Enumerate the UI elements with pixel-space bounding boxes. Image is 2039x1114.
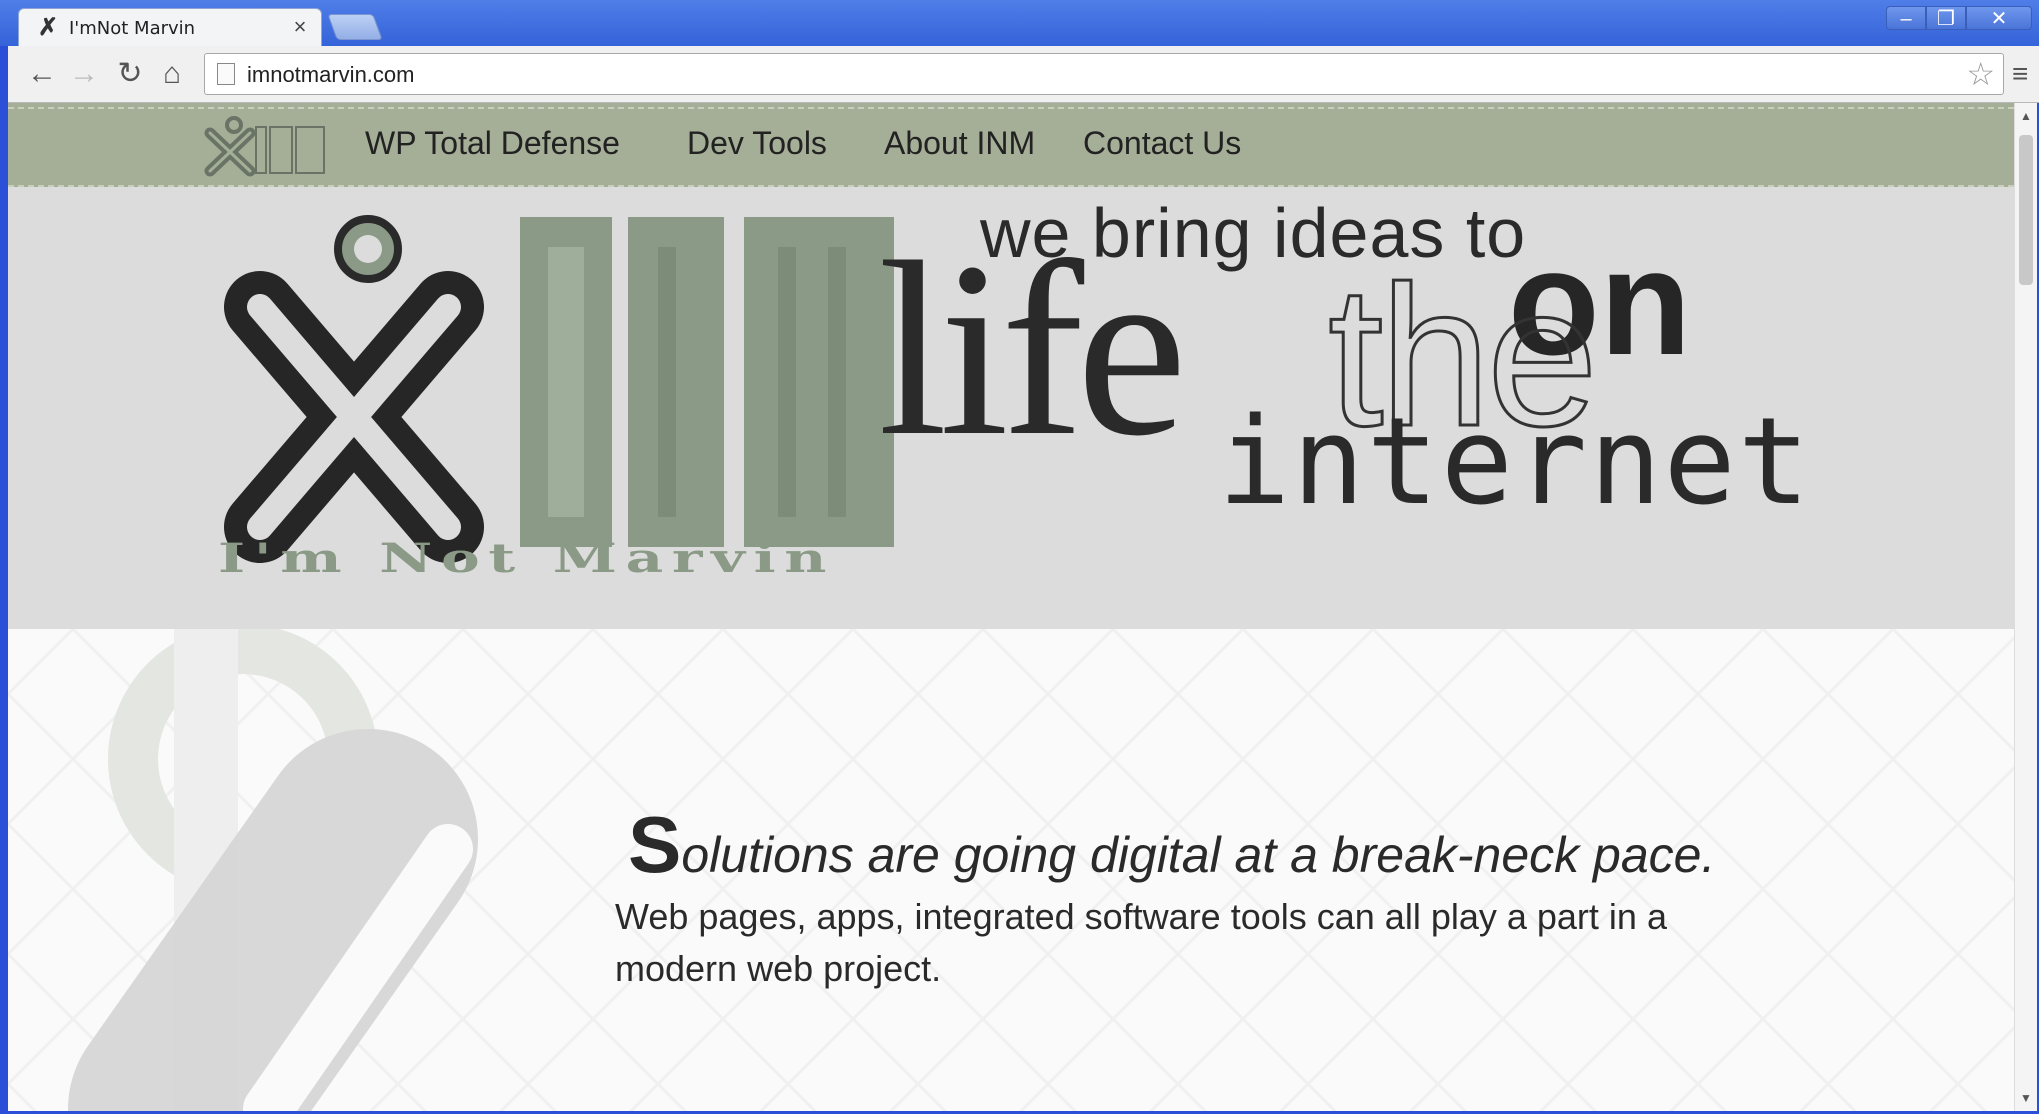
intro-body: Web pages, apps, integrated software too… [615,896,1667,989]
new-tab-button[interactable] [327,14,383,40]
tab-title: I'mNot Marvin [69,18,196,39]
window-title-bar: ✗ I'mNot Marvin × – ❐ ✕ [0,0,2039,48]
nav-link-wp-total-defense[interactable]: WP Total Defense [365,125,620,162]
forward-arrow-icon[interactable]: → [64,56,104,92]
minimize-button[interactable]: – [1886,6,1926,30]
tagline-life: life [878,211,1187,488]
restore-button[interactable]: ❐ [1926,6,1966,30]
brand-name: I'm Not Marvin [218,535,836,582]
page-viewport: WP Total Defense Dev Tools About INM Con… [8,103,2014,1111]
decorative-logo-mark [68,629,478,1111]
nav-logo[interactable] [198,113,328,177]
close-window-button[interactable]: ✕ [1966,6,2032,30]
url-text[interactable]: imnotmarvin.com [247,62,414,88]
site-favicon-icon: ✗ [37,14,59,41]
headline-text: olutions are going digital at a break-ne… [681,827,1716,883]
nav-link-about-inm[interactable]: About INM [884,125,1035,162]
vertical-scrollbar[interactable]: ▲ ▼ [2014,103,2037,1111]
scrollbar-thumb[interactable] [2019,135,2033,285]
home-icon[interactable]: ⌂ [152,56,192,92]
hero-banner: I'm Not Marvin we bring ideas to life on… [8,187,2014,629]
bookmark-star-icon[interactable]: ☆ [1966,57,1995,91]
site-navigation: WP Total Defense Dev Tools About INM Con… [8,103,2014,187]
scroll-down-icon[interactable]: ▼ [2019,1091,2033,1105]
tab-close-icon[interactable]: × [287,14,313,40]
back-arrow-icon[interactable]: ← [22,56,62,92]
nav-link-dev-tools[interactable]: Dev Tools [687,125,827,162]
nav-link-contact-us[interactable]: Contact Us [1083,125,1241,162]
menu-icon[interactable]: ≡ [2012,60,2039,88]
browser-tab[interactable]: ✗ I'mNot Marvin × [18,8,322,48]
address-bar[interactable]: imnotmarvin.com ☆ [204,53,2004,95]
reload-icon[interactable]: ↻ [110,56,150,92]
intro-headline: Solutions are going digital at a break-n… [628,799,1715,891]
page-icon [217,63,235,85]
browser-toolbar: ← → ↻ ⌂ imnotmarvin.com ☆ ≡ [8,46,2039,103]
tagline-internet: internet [1218,393,1812,532]
drop-cap: S [628,800,682,889]
intro-section: Solutions are going digital at a break-n… [8,629,2014,1111]
scroll-up-icon[interactable]: ▲ [2019,109,2033,123]
